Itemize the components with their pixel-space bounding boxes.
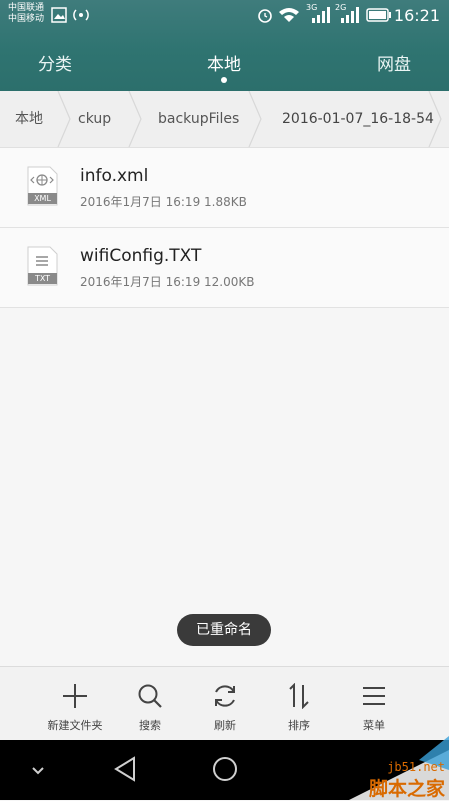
refresh-label: 刷新 <box>214 719 236 732</box>
plus-icon <box>63 684 87 708</box>
breadcrumb-separator-icon <box>57 91 71 147</box>
tab-local[interactable]: 本地 <box>207 50 241 75</box>
chevron-down-icon[interactable] <box>28 760 48 780</box>
watermark-domain: jb51.net <box>387 760 445 774</box>
search-icon <box>138 684 162 708</box>
breadcrumb-item-backup[interactable]: ckup <box>78 91 111 147</box>
breadcrumb-separator-icon <box>248 91 262 147</box>
alarm-icon <box>258 9 272 23</box>
breadcrumb-item-current-folder[interactable]: 2016-01-07_16-18-54 <box>282 91 434 147</box>
sort-icon <box>289 683 309 709</box>
file-meta: 2016年1月7日 16:19 1.88KB <box>80 195 247 209</box>
tab-bar: 分类 本地 网盘 <box>0 40 449 90</box>
watermark-text: 脚本之家 <box>368 778 445 800</box>
back-icon[interactable] <box>112 755 138 783</box>
breadcrumb-separator-icon <box>128 91 142 147</box>
app-header: 中国联通 中国移动 3G 2G 16:21 分类 本地 网盘 <box>0 0 449 91</box>
refresh-button[interactable]: 刷新 <box>185 667 265 741</box>
status-bar: 中国联通 中国移动 3G 2G 16:21 <box>0 0 449 31</box>
home-icon[interactable] <box>211 755 239 783</box>
signal-icon <box>312 7 330 23</box>
carrier-2: 中国移动 <box>8 14 45 24</box>
file-type-label: TXT <box>34 274 51 283</box>
watermark: jb51.net 脚本之家 <box>309 730 449 800</box>
battery-icon <box>366 8 391 22</box>
new-folder-label: 新建文件夹 <box>47 719 103 732</box>
status-clock: 16:21 <box>393 6 440 25</box>
tab-cloud-drive[interactable]: 网盘 <box>377 50 411 75</box>
menu-icon <box>363 687 385 705</box>
list-item[interactable]: XML info.xml 2016年1月7日 16:19 1.88KB <box>0 148 449 228</box>
file-name: wifiConfig.TXT <box>80 246 202 266</box>
file-name: info.xml <box>80 166 149 186</box>
breadcrumb-item-backupfiles[interactable]: backupFiles <box>158 91 239 147</box>
file-meta: 2016年1月7日 16:19 12.00KB <box>80 275 255 289</box>
hotspot-icon <box>73 9 89 21</box>
signal-icon-2 <box>341 7 359 23</box>
breadcrumb: 本地 ckup backupFiles 2016-01-07_16-18-54 <box>0 91 449 148</box>
search-button[interactable]: 搜索 <box>110 667 190 741</box>
carrier-1: 中国联通 <box>8 3 45 13</box>
new-folder-button[interactable]: 新建文件夹 <box>35 667 115 741</box>
search-label: 搜索 <box>139 719 161 732</box>
active-tab-indicator <box>221 77 227 83</box>
list-item[interactable]: TXT wifiConfig.TXT 2016年1月7日 16:19 12.00… <box>0 228 449 308</box>
file-type-label: XML <box>34 194 51 203</box>
refresh-icon <box>215 685 235 707</box>
breadcrumb-separator-icon <box>428 91 442 147</box>
tab-category[interactable]: 分类 <box>38 50 72 75</box>
breadcrumb-item-local[interactable]: 本地 <box>15 91 43 147</box>
image-icon <box>51 7 67 23</box>
toast-message: 已重命名 <box>177 614 271 646</box>
wifi-icon <box>279 8 299 22</box>
carrier-names: 中国联通 中国移动 <box>8 3 44 25</box>
